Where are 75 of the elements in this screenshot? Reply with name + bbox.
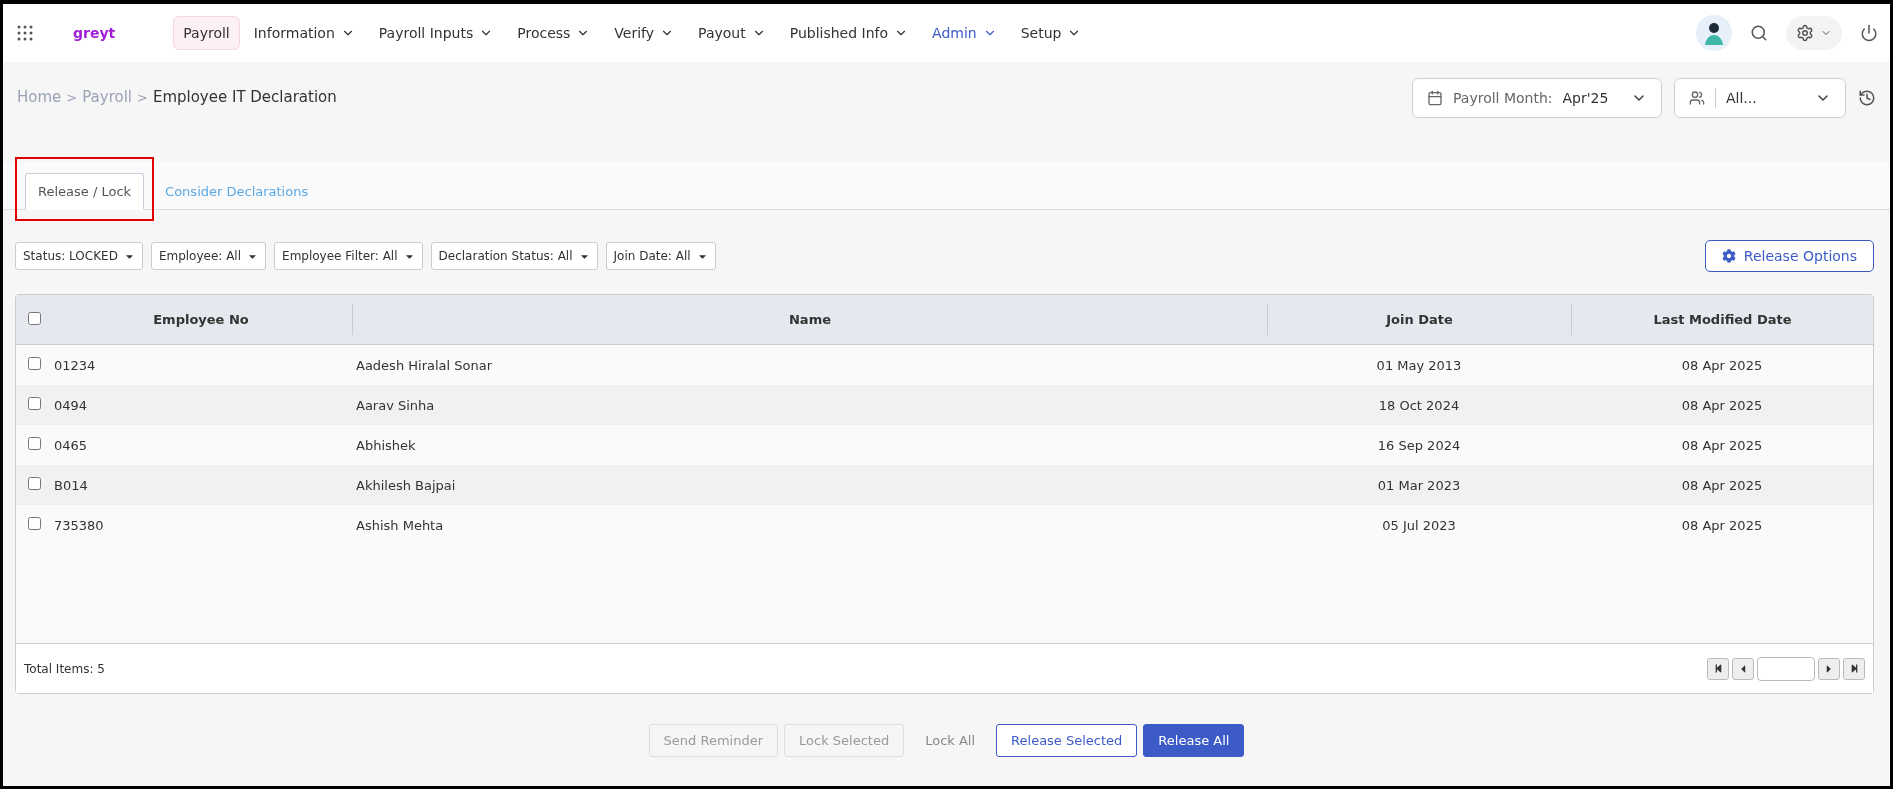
employee-group-select[interactable]: All... xyxy=(1674,78,1846,118)
history-icon[interactable] xyxy=(1858,89,1876,107)
breadcrumb-separator: > xyxy=(137,89,148,105)
table-cell-text: 735380 xyxy=(53,517,105,533)
table-cell-text: 08 Apr 2025 xyxy=(1680,517,1764,533)
row-checkbox[interactable] xyxy=(28,437,41,450)
table-cell-text: Abhishek xyxy=(355,437,417,453)
gear-icon xyxy=(1721,249,1736,263)
first-page-button[interactable] xyxy=(1707,657,1729,680)
nav-item[interactable]: Verify xyxy=(604,16,685,50)
filter-dropdown[interactable]: Employee Filter: All xyxy=(274,242,423,270)
nav-item[interactable]: Published Info xyxy=(779,16,919,50)
table-cell-text: 05 Jul 2023 xyxy=(1381,517,1457,533)
table-cell-text: Akhilesh Bajpai xyxy=(355,477,457,493)
row-checkbox[interactable] xyxy=(28,477,41,490)
column-header[interactable]: Join Date xyxy=(1267,304,1571,335)
search-icon[interactable] xyxy=(1750,24,1768,42)
page-input[interactable] xyxy=(1757,656,1815,681)
table-cell-text: 08 Apr 2025 xyxy=(1680,477,1764,493)
filter-dropdown[interactable]: Employee: All xyxy=(150,242,267,270)
avatar-icon[interactable] xyxy=(1696,15,1732,51)
select-value: All... xyxy=(1726,90,1757,106)
nav-item[interactable]: Process xyxy=(507,16,601,50)
action-button[interactable]: Release All xyxy=(1143,724,1245,757)
logo[interactable]: greyt xyxy=(73,25,116,41)
nav-item[interactable]: Payroll Inputs xyxy=(368,16,504,50)
table-cell-text: 18 Oct 2024 xyxy=(1377,397,1461,413)
table-cell-text: 0465 xyxy=(53,437,89,453)
last-page-button[interactable] xyxy=(1843,657,1865,680)
nav-item[interactable]: Admin xyxy=(922,16,1007,50)
row-checkbox[interactable] xyxy=(28,357,41,370)
calendar-icon xyxy=(1427,90,1443,106)
settings-icon xyxy=(1796,24,1814,42)
column-header[interactable]: Name xyxy=(352,304,1267,335)
filter-dropdown[interactable]: Declaration Status: All xyxy=(430,242,598,270)
filter-dropdown[interactable]: Join Date: All xyxy=(605,242,716,270)
users-icon xyxy=(1689,90,1705,106)
table-cell-text: 01 Mar 2023 xyxy=(1376,477,1462,493)
action-button[interactable]: Release Selected xyxy=(996,724,1138,757)
filter-dropdown[interactable]: Status: LOCKED xyxy=(15,242,143,270)
row-checkbox[interactable] xyxy=(28,397,41,410)
next-page-button[interactable] xyxy=(1818,657,1840,680)
previous-page-button[interactable] xyxy=(1732,657,1754,680)
apps-grid-icon[interactable] xyxy=(17,25,33,41)
table-cell-text: 16 Sep 2024 xyxy=(1376,437,1462,453)
nav-item[interactable]: Information xyxy=(243,16,365,50)
table-cell-text: 08 Apr 2025 xyxy=(1680,397,1764,413)
table-cell-text: Ashish Mehta xyxy=(355,517,445,533)
release-options-button[interactable]: Release Options xyxy=(1704,240,1874,272)
nav-item[interactable]: Payroll xyxy=(173,16,240,50)
payroll-month-select[interactable]: Payroll Month: Apr'25 xyxy=(1412,78,1662,118)
table-cell-text: 08 Apr 2025 xyxy=(1680,437,1764,453)
nav-item[interactable]: Payout xyxy=(688,16,776,50)
select-value: Apr'25 xyxy=(1562,90,1609,106)
breadcrumb-item: Employee IT Declaration xyxy=(152,88,337,106)
row-checkbox[interactable] xyxy=(28,517,41,530)
power-icon[interactable] xyxy=(1860,24,1878,42)
breadcrumb-separator: > xyxy=(66,89,78,105)
table-cell-text: 01 May 2013 xyxy=(1375,357,1463,373)
table-cell-text: Aadesh Hiralal Sonar xyxy=(355,357,494,373)
table-cell-text: 08 Apr 2025 xyxy=(1680,357,1764,373)
first-page-icon xyxy=(1713,664,1723,673)
nav-item[interactable]: Setup xyxy=(1010,16,1092,50)
last-page-icon xyxy=(1849,664,1859,673)
table-cell-text: 0494 xyxy=(53,397,89,413)
select-all-checkbox[interactable] xyxy=(28,311,41,325)
settings-button[interactable] xyxy=(1786,16,1842,50)
table-cell-text: B014 xyxy=(53,477,89,493)
select-label: Payroll Month: xyxy=(1453,90,1553,106)
column-header[interactable]: Employee No xyxy=(50,304,352,335)
tab[interactable]: Release / Lock xyxy=(25,173,145,210)
column-header[interactable]: Last Modified Date xyxy=(1571,304,1873,335)
total-items-text: Total Items: 5 xyxy=(24,661,106,676)
table-cell-text: 01234 xyxy=(53,357,97,373)
table-cell-text: Aarav Sinha xyxy=(355,397,436,413)
